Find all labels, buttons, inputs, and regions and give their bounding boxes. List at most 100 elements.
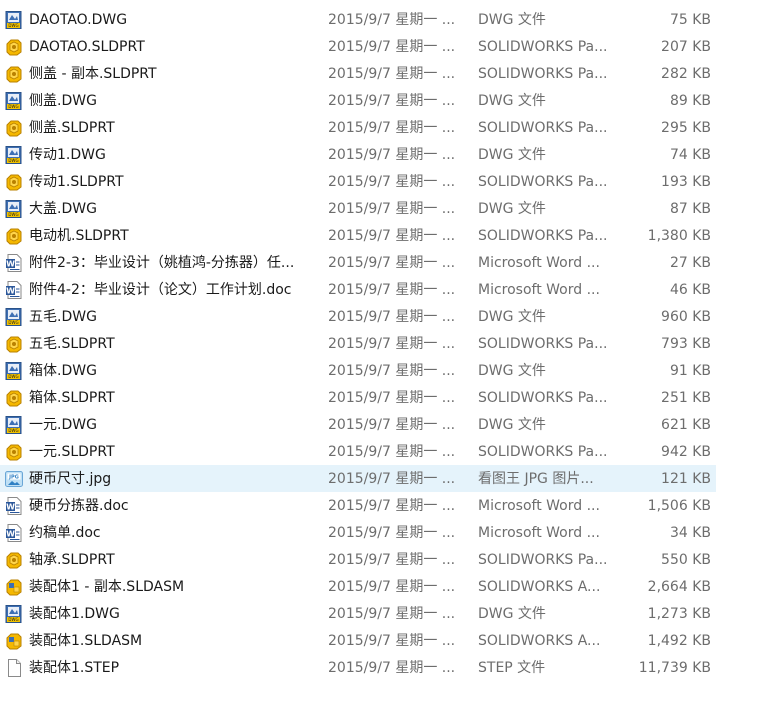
file-row[interactable]: W 约稿单.doc 2015/9/7 星期一 ... Microsoft Word … — [0, 519, 716, 546]
file-type: SOLIDWORKS Pa... — [478, 120, 608, 136]
file-row[interactable]: DWG 装配体1.DWG 2015/9/7 星期一 ... DWG 文件 1,273 … — [0, 600, 716, 627]
file-modified-date: 2015/9/7 星期一 ... — [328, 120, 456, 136]
solidworks-part-icon — [5, 119, 23, 137]
svg-text:DWG: DWG — [8, 212, 18, 217]
file-name: 一元.SLDPRT — [29, 444, 115, 460]
file-name: 传动1.DWG — [29, 147, 106, 163]
file-row[interactable]: DWG DAOTAO.DWG 2015/9/7 星期一 ... DWG 文件 75 K… — [0, 6, 716, 33]
file-name: 装配体1 - 副本.SLDASM — [29, 579, 185, 595]
svg-text:DWG: DWG — [8, 428, 18, 433]
file-size: 1,380 KB — [647, 228, 711, 244]
file-name: 轴承.SLDPRT — [29, 552, 115, 568]
file-row[interactable]: DWG 侧盖.DWG 2015/9/7 星期一 ... DWG 文件 89 KB — [0, 87, 716, 114]
file-size: 121 KB — [661, 471, 711, 487]
file-modified-date: 2015/9/7 星期一 ... — [328, 363, 456, 379]
file-modified-date: 2015/9/7 星期一 ... — [328, 417, 456, 433]
file-size: 89 KB — [669, 93, 711, 109]
file-type: SOLIDWORKS A... — [478, 633, 601, 649]
file-row[interactable]: 五毛.SLDPRT 2015/9/7 星期一 ... SOLIDWORKS Pa..… — [0, 330, 716, 357]
solidworks-part-icon — [5, 389, 23, 407]
svg-text:DWG: DWG — [8, 23, 18, 28]
file-row[interactable]: 轴承.SLDPRT 2015/9/7 星期一 ... SOLIDWORKS Pa..… — [0, 546, 716, 573]
dwg-file-icon: DWG — [5, 308, 23, 326]
file-row[interactable]: 电动机.SLDPRT 2015/9/7 星期一 ... SOLIDWORKS Pa.… — [0, 222, 716, 249]
file-size: 793 KB — [661, 336, 711, 352]
solidworks-part-icon — [5, 551, 23, 569]
file-type: SOLIDWORKS Pa... — [478, 336, 608, 352]
file-modified-date: 2015/9/7 星期一 ... — [328, 201, 456, 217]
file-type: SOLIDWORKS Pa... — [478, 552, 608, 568]
file-row[interactable]: DWG 大盖.DWG 2015/9/7 星期一 ... DWG 文件 87 KB — [0, 195, 716, 222]
file-type: DWG 文件 — [478, 93, 546, 109]
file-name: 装配体1.SLDASM — [29, 633, 143, 649]
file-row[interactable]: 侧盖.SLDPRT 2015/9/7 星期一 ... SOLIDWORKS Pa..… — [0, 114, 716, 141]
file-modified-date: 2015/9/7 星期一 ... — [328, 147, 456, 163]
file-row[interactable]: DAOTAO.SLDPRT 2015/9/7 星期一 ... SOLIDWORKS … — [0, 33, 716, 60]
file-type: DWG 文件 — [478, 606, 546, 622]
file-row[interactable]: JPG 硬币尺寸.jpg 2015/9/7 星期一 ... 看图王 JPG 图片..… — [0, 465, 716, 492]
file-type: DWG 文件 — [478, 417, 546, 433]
file-modified-date: 2015/9/7 星期一 ... — [328, 309, 456, 325]
dwg-file-icon: DWG — [5, 605, 23, 623]
file-modified-date: 2015/9/7 星期一 ... — [328, 282, 456, 298]
jpg-image-icon: JPG — [5, 470, 23, 488]
file-row[interactable]: 装配体1 - 副本.SLDASM 2015/9/7 星期一 ... SOLIDWOR… — [0, 573, 716, 600]
solidworks-assembly-icon — [5, 578, 23, 596]
file-size: 74 KB — [669, 147, 711, 163]
file-row[interactable]: W 附件2-3：毕业设计（姚植鸿-分拣器）任... 2015/9/7 星期一 ..… — [0, 249, 716, 276]
svg-text:W: W — [6, 530, 15, 539]
word-doc-icon: W — [5, 524, 23, 542]
file-type: SOLIDWORKS Pa... — [478, 228, 608, 244]
file-type: SOLIDWORKS Pa... — [478, 390, 608, 406]
file-row[interactable]: 侧盖 - 副本.SLDPRT 2015/9/7 星期一 ... SOLIDWORKS… — [0, 60, 716, 87]
generic-file-icon — [5, 659, 23, 677]
dwg-file-icon: DWG — [5, 416, 23, 434]
file-name: 硬币分拣器.doc — [29, 498, 129, 514]
file-size: 295 KB — [661, 120, 711, 136]
file-name: 传动1.SLDPRT — [29, 174, 124, 190]
solidworks-part-icon — [5, 38, 23, 56]
file-size: 75 KB — [669, 12, 711, 28]
file-row[interactable]: 传动1.SLDPRT 2015/9/7 星期一 ... SOLIDWORKS Pa.… — [0, 168, 716, 195]
solidworks-part-icon — [5, 227, 23, 245]
file-modified-date: 2015/9/7 星期一 ... — [328, 471, 456, 487]
file-name: 五毛.SLDPRT — [29, 336, 115, 352]
file-type: Microsoft Word ... — [478, 525, 600, 541]
word-doc-icon: W — [5, 497, 23, 515]
file-row[interactable]: 装配体1.SLDASM 2015/9/7 星期一 ... SOLIDWORKS A.… — [0, 627, 716, 654]
file-size: 942 KB — [661, 444, 711, 460]
solidworks-part-icon — [5, 443, 23, 461]
dwg-file-icon: DWG — [5, 11, 23, 29]
file-row[interactable]: DWG 五毛.DWG 2015/9/7 星期一 ... DWG 文件 960 KB — [0, 303, 716, 330]
file-size: 1,273 KB — [647, 606, 711, 622]
file-size: 251 KB — [661, 390, 711, 406]
file-row[interactable]: DWG 箱体.DWG 2015/9/7 星期一 ... DWG 文件 91 KB — [0, 357, 716, 384]
file-type: DWG 文件 — [478, 363, 546, 379]
file-type: DWG 文件 — [478, 147, 546, 163]
file-name: 装配体1.DWG — [29, 606, 120, 622]
file-row[interactable]: 一元.SLDPRT 2015/9/7 星期一 ... SOLIDWORKS Pa..… — [0, 438, 716, 465]
file-row[interactable]: 装配体1.STEP 2015/9/7 星期一 ... STEP 文件 11,739 K… — [0, 654, 716, 681]
file-row[interactable]: W 附件4-2：毕业设计（论文）工作计划.doc 2015/9/7 星期一 ...… — [0, 276, 716, 303]
file-modified-date: 2015/9/7 星期一 ... — [328, 12, 456, 28]
file-name: 大盖.DWG — [29, 201, 97, 217]
file-type: STEP 文件 — [478, 660, 546, 676]
file-type: Microsoft Word ... — [478, 498, 600, 514]
file-row[interactable]: DWG 一元.DWG 2015/9/7 星期一 ... DWG 文件 621 KB — [0, 411, 716, 438]
file-name: 五毛.DWG — [29, 309, 97, 325]
file-name: DAOTAO.SLDPRT — [29, 39, 145, 55]
file-row[interactable]: 箱体.SLDPRT 2015/9/7 星期一 ... SOLIDWORKS Pa..… — [0, 384, 716, 411]
file-name: 装配体1.STEP — [29, 660, 120, 676]
file-name: 电动机.SLDPRT — [29, 228, 129, 244]
solidworks-part-icon — [5, 65, 23, 83]
svg-text:W: W — [6, 287, 15, 296]
svg-text:W: W — [6, 503, 15, 512]
file-modified-date: 2015/9/7 星期一 ... — [328, 66, 456, 82]
file-size: 193 KB — [661, 174, 711, 190]
file-size: 11,739 KB — [638, 660, 711, 676]
file-size: 2,664 KB — [647, 579, 711, 595]
file-modified-date: 2015/9/7 星期一 ... — [328, 228, 456, 244]
file-row[interactable]: W 硬币分拣器.doc 2015/9/7 星期一 ... Microsoft Wor… — [0, 492, 716, 519]
file-type: DWG 文件 — [478, 12, 546, 28]
file-row[interactable]: DWG 传动1.DWG 2015/9/7 星期一 ... DWG 文件 74 KB — [0, 141, 716, 168]
